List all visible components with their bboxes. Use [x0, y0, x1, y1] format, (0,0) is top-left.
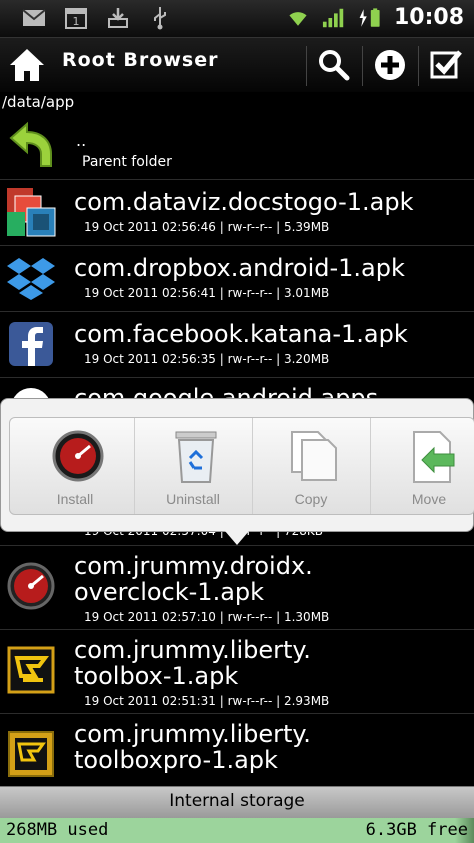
overclock-icon: [5, 560, 57, 612]
storage-usage-bar: 268MB used 6.3GB free: [0, 818, 474, 843]
back-arrow-icon: [5, 120, 57, 172]
file-name-line2: overclock-1.apk: [74, 578, 265, 606]
copy-button[interactable]: Copy: [252, 418, 370, 514]
file-name: com.facebook.katana-1.apk: [74, 320, 408, 348]
home-icon[interactable]: [8, 46, 46, 84]
uninstall-button[interactable]: Uninstall: [134, 418, 252, 514]
signal-icon: [322, 6, 346, 30]
current-path: /data/app: [2, 93, 75, 111]
list-item[interactable]: com.jrummy.droidx. overclock-1.apk 19 Oc…: [0, 546, 474, 630]
parent-folder-label: Parent folder: [82, 154, 172, 170]
recycle-bin-icon: [170, 428, 220, 484]
install-button[interactable]: Install: [16, 418, 134, 514]
clock: 10:08: [393, 5, 464, 30]
move-arrow-icon: [406, 428, 456, 484]
checkbox-icon: [430, 50, 462, 79]
status-bar: 1 10:08: [0, 0, 474, 38]
move-label: Move: [411, 491, 447, 507]
quick-action-popup: Install Uninstall Copy Move: [0, 398, 474, 532]
storage-free: 6.3GB free: [365, 820, 468, 840]
download-icon: [106, 6, 130, 30]
popup-pointer: [225, 531, 249, 545]
app-title: Root Browser: [62, 49, 219, 71]
search-button[interactable]: [315, 46, 353, 84]
wifi-icon: [286, 6, 310, 30]
add-button[interactable]: [371, 46, 409, 84]
battery-charging-icon: [358, 6, 382, 30]
parent-folder-row[interactable]: .. Parent folder: [0, 112, 474, 180]
list-item[interactable]: com.jrummy.liberty. toolbox-1.apk 19 Oct…: [0, 630, 474, 714]
list-item[interactable]: com.jrummy.liberty. toolboxpro-1.apk: [0, 714, 474, 790]
list-item[interactable]: com.facebook.katana-1.apk 19 Oct 2011 02…: [0, 312, 474, 378]
file-name-line1: com.jrummy.droidx.: [74, 552, 313, 580]
copy-label: Copy: [294, 491, 328, 507]
calendar-icon: 1: [64, 6, 88, 30]
select-button[interactable]: [427, 46, 465, 84]
file-meta: 19 Oct 2011 02:51:31 | rw-r--r-- | 2.93M…: [84, 694, 330, 708]
facebook-icon: [5, 318, 57, 370]
file-name: com.dataviz.docstogo-1.apk: [74, 188, 414, 216]
storage-label: Internal storage: [169, 791, 305, 811]
toolboxpro-icon: [5, 728, 57, 780]
file-name-line1: com.jrummy.liberty.: [74, 720, 311, 748]
list-item[interactable]: com.dropbox.android-1.apk 19 Oct 2011 02…: [0, 246, 474, 312]
file-meta: 19 Oct 2011 02:56:35 | rw-r--r-- | 3.20M…: [84, 352, 330, 366]
file-meta: 19 Oct 2011 02:56:41 | rw-r--r-- | 3.01M…: [84, 286, 330, 300]
gauge-icon: [52, 428, 104, 484]
gmail-icon: [22, 6, 46, 30]
copy-pages-icon: [288, 428, 338, 484]
docstogo-icon: [5, 186, 57, 238]
action-divider: [362, 46, 363, 86]
usb-icon: [148, 6, 172, 30]
file-name: com.dropbox.android-1.apk: [74, 254, 405, 282]
quick-action-strip: Install Uninstall Copy Move: [9, 417, 474, 515]
action-bar: Root Browser: [0, 38, 474, 92]
file-name-line2: toolboxpro-1.apk: [74, 746, 278, 774]
calendar-day: 1: [73, 15, 80, 28]
action-divider: [418, 46, 419, 86]
file-meta: 19 Oct 2011 02:56:46 | rw-r--r-- | 5.39M…: [84, 220, 330, 234]
list-item[interactable]: com.dataviz.docstogo-1.apk 19 Oct 2011 0…: [0, 180, 474, 246]
dropbox-icon: [5, 252, 57, 304]
file-meta: 19 Oct 2011 02:57:10 | rw-r--r-- | 1.30M…: [84, 610, 330, 624]
storage-bar: Internal storage: [0, 786, 474, 818]
uninstall-label: Uninstall: [166, 491, 220, 507]
file-name-line2: toolbox-1.apk: [74, 662, 239, 690]
parent-dots: ..: [76, 131, 87, 150]
file-name-line1: com.jrummy.liberty.: [74, 636, 311, 664]
toolbox-icon: [5, 644, 57, 696]
install-label: Install: [56, 491, 94, 507]
move-button[interactable]: Move: [370, 418, 474, 514]
storage-used: 268MB used: [6, 820, 109, 840]
action-divider: [306, 46, 307, 86]
add-icon: [375, 50, 405, 80]
search-icon: [319, 50, 350, 81]
